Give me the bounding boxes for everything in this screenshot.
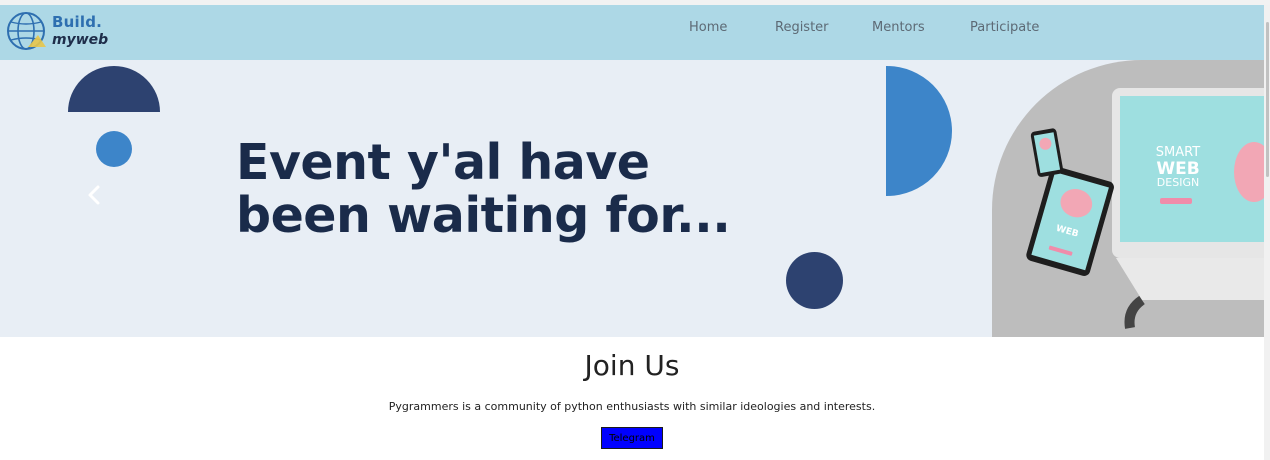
nav-link-participate[interactable]: Participate xyxy=(970,20,1039,35)
nav-link-home[interactable]: Home xyxy=(689,20,727,35)
devices-image: SMART WEB DESIGN WEB xyxy=(992,60,1264,337)
navbar: Build. myweb Home Register Mentors Parti… xyxy=(0,5,1264,60)
nav-link-register[interactable]: Register xyxy=(775,20,829,35)
telegram-button[interactable]: Telegram xyxy=(601,427,663,449)
decorative-half-circle-right xyxy=(886,66,952,196)
scrollbar-thumb[interactable] xyxy=(1266,22,1269,177)
nav-link-mentors[interactable]: Mentors xyxy=(872,20,925,35)
logo-text-myweb: myweb xyxy=(52,32,109,48)
devices-illustration: SMART WEB DESIGN WEB xyxy=(1026,88,1264,329)
logo-text-build: Build. xyxy=(52,13,103,31)
decorative-half-circle xyxy=(68,66,160,112)
join-us-description: Pygrammers is a community of python enth… xyxy=(388,400,876,413)
carousel-prev-arrow-icon[interactable] xyxy=(84,184,106,206)
image-text-design: DESIGN xyxy=(1157,176,1199,189)
decorative-small-circle xyxy=(96,131,132,167)
image-text-smart: SMART xyxy=(1156,145,1200,160)
hero-carousel: Event y'al have been waiting for... SMAR… xyxy=(0,60,1264,337)
page: Build. myweb Home Register Mentors Parti… xyxy=(0,0,1270,460)
decorative-navy-circle xyxy=(786,252,843,309)
hero-title: Event y'al have been waiting for... xyxy=(236,134,731,244)
site-logo[interactable]: Build. myweb xyxy=(6,11,126,55)
globe-icon xyxy=(7,12,46,50)
join-us-heading: Join Us xyxy=(584,349,680,382)
